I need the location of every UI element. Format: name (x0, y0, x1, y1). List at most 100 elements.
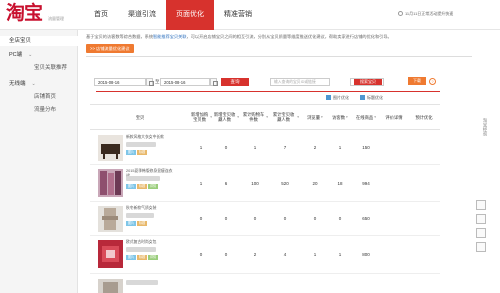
query-button[interactable]: 查询 (221, 78, 249, 86)
table-cell: 18 (337, 181, 343, 186)
nav-channel[interactable]: 渠道引流 (118, 0, 166, 30)
sidebar: 全店宝贝 PC端 ⌄ 宝贝关联推荐 无线端 ⌄ 店铺首页 流量分布 (0, 30, 78, 293)
header-col[interactable]: 在线商品 ▾ (352, 105, 380, 129)
table-row[interactable]: 2015夏季韩版修身显瘦连衣裙 图片 标题 详情 1 6 100 520 20 … (90, 165, 440, 202)
table-cell: 0 (283, 216, 287, 221)
header-col[interactable]: 访客数 ▾ (328, 105, 352, 129)
tag: 图片 (126, 184, 136, 189)
sort-icon: ▾ (237, 114, 239, 119)
legend-title[interactable]: 标题优化 (360, 95, 383, 101)
table-row[interactable] (90, 275, 440, 293)
nav-precision-marketing[interactable]: 精准营销 (214, 0, 262, 30)
tag: 标题 (137, 221, 147, 226)
product-thumbnail[interactable] (98, 206, 123, 232)
product-name[interactable]: 欧式复古时尚女包 (126, 240, 176, 245)
header-label: 评价详情 (385, 114, 403, 120)
notice[interactable]: 11月11日正常活动提升快速 (398, 11, 453, 17)
sidebar-item-all-products[interactable]: 全店宝贝 (0, 36, 78, 46)
sidebar-item-wireless[interactable]: 无线端 ⌄ (0, 79, 78, 89)
table-cell: 4 (283, 252, 287, 257)
sort-icon: ▾ (346, 114, 348, 119)
scroll-top-icon[interactable] (476, 242, 486, 252)
share-icon[interactable] (476, 200, 486, 210)
product-name[interactable]: 秋冬新款气质女装 (126, 206, 176, 211)
calendar-icon[interactable] (210, 78, 218, 86)
table-cell: 994 (362, 181, 370, 186)
nav-page-optimize[interactable]: 页面优化 (166, 0, 214, 30)
table-cell: 6 (224, 181, 228, 186)
main-nav: 首页 渠道引流 页面优化 精准营销 (84, 0, 262, 30)
product-name[interactable]: 新款风格大衣女中长款 (126, 135, 176, 140)
product-thumbnail[interactable] (98, 169, 123, 197)
sort-icon: ▾ (297, 114, 299, 119)
date-to-input[interactable]: 2015-08-16 (160, 78, 210, 86)
header-col[interactable]: 累计宝贝收藏人数 ▾ (271, 105, 299, 129)
header-label: 新增加购宝贝数 (191, 112, 209, 122)
optimize-suggestion-button[interactable]: >> 店铺流量优化建议 (86, 44, 134, 53)
sidebar-item-related-recommend[interactable]: 宝贝关联推荐 (0, 63, 78, 73)
tip-link[interactable]: 智能推荐宝贝关联 (153, 34, 187, 39)
search-input[interactable]: 输入查询的宝贝ID或链接 (270, 78, 330, 86)
product-tags: 图片 标题 (126, 150, 147, 155)
table-cell: 0 (224, 145, 228, 150)
table-cell: 150 (362, 145, 370, 150)
notice-text: 11月11日正常活动提升快速 (405, 11, 454, 16)
logo[interactable]: 淘宝 流量管理 (6, 2, 66, 26)
header-col[interactable]: 新增加购宝贝数 ▾ (190, 105, 212, 129)
notice-icon (398, 11, 403, 17)
header-product: 宝贝 (90, 105, 190, 129)
tag: 详情 (148, 255, 158, 260)
sidebar-item-label: 全店宝贝 (9, 38, 32, 44)
comment-icon[interactable] (476, 214, 486, 224)
header-col[interactable]: 新增宝贝收藏人数 ▾ (213, 105, 239, 129)
header-label: 在线商品 (356, 114, 374, 120)
table-cell: 0 (253, 216, 257, 221)
table-row[interactable]: 新款风格大衣女中长款 图片 标题 1 0 1 7 2 1 150 (90, 131, 440, 165)
tag: 标题 (137, 150, 147, 155)
table-cell: 1 (199, 145, 203, 150)
nav-home[interactable]: 首页 (84, 0, 118, 30)
table-cell: 1 (199, 181, 203, 186)
sidebar-item-label: 无线端 (9, 81, 26, 87)
help-icon[interactable]: ? (429, 78, 436, 85)
table-row[interactable]: 秋冬新款气质女装 图片 标题 0 0 0 0 0 0 650 (90, 202, 440, 236)
product-thumbnail[interactable] (98, 240, 123, 268)
header-col[interactable]: 评价详情 (380, 105, 408, 129)
table-row[interactable]: 欧式复古时尚女包 图片 标题 详情 0 0 2 4 1 1 800 (90, 236, 440, 274)
sort-icon: ▾ (210, 114, 212, 119)
sidebar-item-pc[interactable]: PC端 ⌄ (0, 50, 78, 60)
tag: 标题 (137, 255, 147, 260)
sidebar-item-label: 店铺首页 (34, 94, 57, 100)
product-thumbnail[interactable] (98, 135, 123, 161)
table-cell: 7 (283, 145, 287, 150)
search-button[interactable]: 搜索宝贝 (354, 79, 382, 85)
top-bar: 淘宝 流量管理 首页 渠道引流 页面优化 精准营销 11月11日正常活动提升快速 (0, 0, 500, 30)
header-col[interactable]: 累计购物车件数 ▾ (242, 105, 268, 129)
sidebar-item-traffic-distribution[interactable]: 流量分布 (0, 105, 78, 115)
sidebar-item-label: PC端 (9, 52, 23, 58)
table-cell: 1 (313, 252, 317, 257)
product-thumbnail[interactable] (98, 279, 123, 293)
legend-image[interactable]: 图片优化 (326, 95, 349, 101)
header-col[interactable]: 浏览量 ▾ (303, 105, 327, 129)
header-label: 累计购物车件数 (242, 112, 265, 122)
tag: 标题 (137, 184, 147, 189)
blurred-text (126, 247, 156, 252)
sidebar-item-label: 流量分布 (34, 107, 57, 113)
logo-subtitle: 流量管理 (48, 16, 64, 21)
tip-text: 基于宝贝的访客数等综合数据，系统智能推荐宝贝关联，可以开启店铺宝贝之间的相互引流… (86, 34, 392, 40)
header-label: 浏览量 (307, 114, 321, 120)
download-button[interactable]: 下载 (408, 77, 426, 85)
sort-icon: ▾ (374, 114, 376, 119)
tag: 详情 (148, 184, 158, 189)
tag: 图片 (126, 255, 136, 260)
header-col[interactable]: 预计优化 (410, 105, 438, 129)
tip-suffix: ，可以开启店铺宝贝之间的相互引流，分别从宝贝质量等维度推送优化建议，帮助卖家进行… (186, 34, 392, 39)
calendar-icon[interactable] (146, 78, 154, 86)
sidebar-item-shop-home[interactable]: 店铺首页 (0, 92, 78, 102)
product-tags: 图片 标题 (126, 221, 147, 226)
like-icon[interactable] (476, 228, 486, 238)
table-cell: 520 (281, 181, 289, 186)
date-from-input[interactable]: 2015-08-16 (94, 78, 146, 86)
blurred-text (126, 213, 154, 218)
